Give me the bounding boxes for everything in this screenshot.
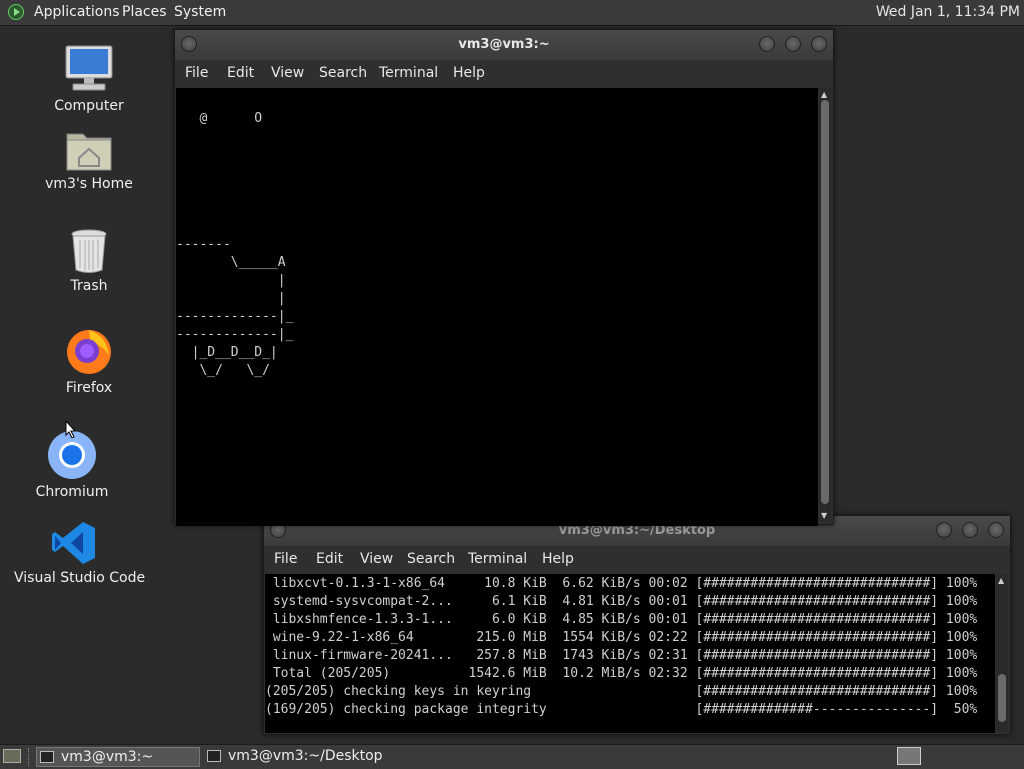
terminal-output[interactable]: libxcvt-0.1.3-1-x86_64 10.8 KiB 6.62 KiB…: [265, 574, 995, 733]
output-line: systemd-sysvcompat-2... 6.1 KiB 4.81 KiB…: [265, 594, 978, 609]
maximize-button[interactable]: [962, 522, 978, 538]
scrollbar-thumb[interactable]: [821, 100, 829, 504]
desktop-icon-trash[interactable]: Trash: [44, 228, 134, 294]
scrollbar-thumb[interactable]: [998, 674, 1006, 722]
terminal-icon: [40, 751, 54, 763]
applications-menu-icon[interactable]: [8, 4, 24, 20]
menubar: File Edit View Search Terminal Help: [264, 546, 1010, 573]
menu-file[interactable]: File: [185, 65, 208, 81]
taskbar-item-label: vm3@vm3:~/Desktop: [228, 748, 383, 764]
desktop-icon-label: Computer: [54, 98, 124, 114]
terminal-window-desktop[interactable]: vm3@vm3:~/Desktop File Edit View Search …: [263, 515, 1011, 735]
scroll-up-arrow-icon[interactable]: ▲: [998, 576, 1004, 585]
terminal-output[interactable]: @ O ------- \_____A | | -------------|_ …: [176, 88, 818, 526]
clock[interactable]: Wed Jan 1, 11:34 PM: [876, 4, 1020, 20]
output-line: (205/205) checking keys in keyring [####…: [265, 684, 978, 699]
terminal-icon: [207, 750, 221, 762]
desktop-icon-label: vm3's Home: [45, 176, 133, 192]
terminal-window-home[interactable]: vm3@vm3:~ File Edit View Search Terminal…: [174, 29, 834, 526]
desktop-icon-label: Trash: [70, 278, 108, 294]
menu-help[interactable]: Help: [453, 65, 485, 81]
menu-file[interactable]: File: [274, 551, 297, 567]
menubar: File Edit View Search Terminal Help: [175, 60, 833, 87]
terminal-text: @ O ------- \_____A | | -------------|_ …: [176, 111, 294, 378]
taskbar-item-label: vm3@vm3:~: [61, 749, 154, 765]
desktop-icon-label: Chromium: [35, 484, 109, 500]
menu-terminal[interactable]: Terminal: [468, 551, 527, 567]
desktop-icon-firefox[interactable]: Firefox: [44, 326, 134, 396]
menu-search[interactable]: Search: [407, 551, 455, 567]
output-line: (169/205) checking package integrity [##…: [265, 702, 978, 717]
menu-view[interactable]: View: [271, 65, 304, 81]
vscode-icon: [52, 522, 95, 564]
menu-terminal[interactable]: Terminal: [379, 65, 438, 81]
firefox-icon: [67, 330, 111, 374]
desktop-icon-label: Firefox: [65, 380, 113, 396]
output-line: Total (205/205) 1542.6 MiB 10.2 MiB/s 02…: [265, 666, 978, 681]
window-title: vm3@vm3:~: [458, 37, 550, 52]
terminal-text: libxcvt-0.1.3-1-x86_64 10.8 KiB 6.62 KiB…: [265, 575, 995, 719]
trash-icon: [71, 229, 107, 273]
desktop-icon-label: Visual Studio Code: [14, 570, 146, 586]
close-button[interactable]: [811, 36, 827, 52]
applications-menu[interactable]: Applications: [34, 4, 120, 20]
window-titlebar[interactable]: vm3@vm3:~: [175, 30, 833, 60]
workspace-switcher[interactable]: [897, 747, 921, 765]
scrollbar[interactable]: ▲ ▼: [819, 88, 831, 522]
bottom-panel: vm3@vm3:~ vm3@vm3:~/Desktop: [0, 744, 1024, 769]
top-panel: Applications Places System Wed Jan 1, 11…: [0, 0, 1024, 26]
menu-edit[interactable]: Edit: [227, 65, 254, 81]
scroll-up-arrow-icon[interactable]: ▲: [821, 90, 827, 99]
show-desktop-icon[interactable]: [3, 749, 21, 763]
places-menu[interactable]: Places: [122, 4, 167, 20]
system-menu[interactable]: System: [174, 4, 226, 20]
menu-edit[interactable]: Edit: [316, 551, 343, 567]
home-folder-icon: [66, 133, 112, 171]
panel-separator: [28, 748, 31, 766]
menu-help[interactable]: Help: [542, 551, 574, 567]
menu-view[interactable]: View: [360, 551, 393, 567]
output-line: libxshmfence-1.3.3-1... 6.0 KiB 4.85 KiB…: [265, 612, 978, 627]
maximize-button[interactable]: [785, 36, 801, 52]
minimize-button[interactable]: [936, 522, 952, 538]
output-line: wine-9.22-1-x86_64 215.0 MiB 1554 KiB/s …: [265, 630, 978, 645]
output-line: libxcvt-0.1.3-1-x86_64 10.8 KiB 6.62 KiB…: [265, 576, 978, 591]
desktop-icon-home[interactable]: vm3's Home: [44, 128, 134, 192]
scrollbar[interactable]: ▲: [996, 574, 1008, 732]
mouse-cursor-icon: [65, 420, 77, 438]
scroll-down-arrow-icon[interactable]: ▼: [821, 511, 827, 520]
taskbar-item-terminal-home[interactable]: vm3@vm3:~: [36, 747, 200, 767]
desktop-icon-chromium[interactable]: Chromium: [26, 430, 118, 500]
desktop-icon-vscode[interactable]: Visual Studio Code: [14, 520, 146, 586]
close-button[interactable]: [988, 522, 1004, 538]
output-line: linux-firmware-20241... 257.8 MiB 1743 K…: [265, 648, 978, 663]
computer-icon: [65, 45, 113, 91]
minimize-button[interactable]: [759, 36, 775, 52]
menu-search[interactable]: Search: [319, 65, 367, 81]
taskbar-item-terminal-desktop[interactable]: vm3@vm3:~/Desktop: [204, 747, 404, 767]
desktop-icon-computer[interactable]: Computer: [44, 44, 134, 114]
